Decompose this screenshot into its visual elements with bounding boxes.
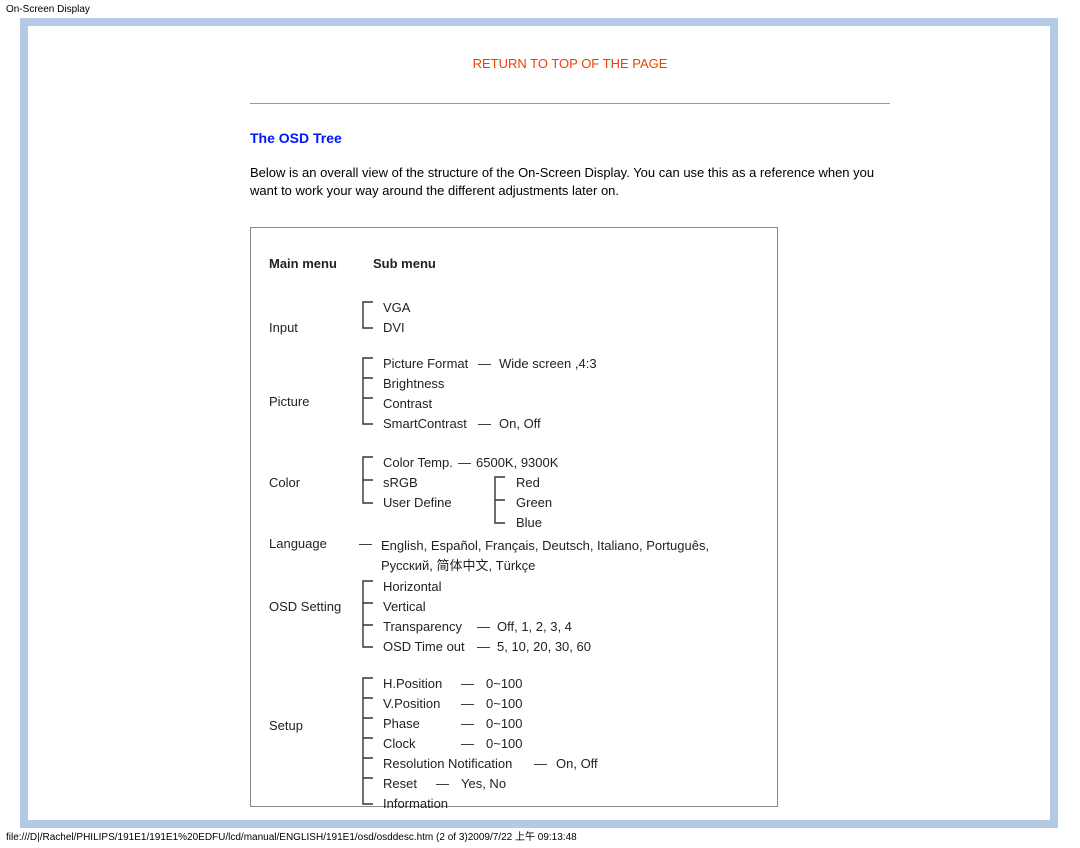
sub-srgb: sRGB xyxy=(383,475,418,490)
sub-userdef: User Define xyxy=(383,495,452,510)
sub-clock: Clock xyxy=(383,736,416,751)
footer-path: file:///D|/Rachel/PHILIPS/191E1/191E1%20… xyxy=(6,828,577,843)
val-colortemp: 6500K, 9300K xyxy=(476,455,558,470)
section-intro: Below is an overall view of the structur… xyxy=(250,164,890,199)
sub-transparency: Transparency xyxy=(383,619,462,634)
val-smart: On, Off xyxy=(499,416,541,431)
section-title: The OSD Tree xyxy=(250,130,890,146)
blue-frame: RETURN TO TOP OF THE PAGE The OSD Tree B… xyxy=(20,18,1058,828)
main-osdsetting: OSD Setting xyxy=(269,599,341,614)
sub-timeout: OSD Time out xyxy=(383,639,465,654)
val-phase: 0~100 xyxy=(486,716,523,731)
dash-colortemp: — xyxy=(458,455,471,470)
sub-smartcontrast: SmartContrast xyxy=(383,416,467,431)
dash-picformat: — xyxy=(478,356,491,371)
sub-hpos: H.Position xyxy=(383,676,442,691)
sub-pic-format: Picture Format xyxy=(383,356,468,371)
col-header-main: Main menu xyxy=(269,256,337,271)
dash-hpos: — xyxy=(461,676,474,691)
val-reset: Yes, No xyxy=(461,776,506,791)
sub-colortemp: Color Temp. xyxy=(383,455,453,470)
sub-horizontal: Horizontal xyxy=(383,579,442,594)
content-inner: RETURN TO TOP OF THE PAGE The OSD Tree B… xyxy=(250,26,890,807)
sub-vertical: Vertical xyxy=(383,599,426,614)
sub-info: Information xyxy=(383,796,448,811)
main-color: Color xyxy=(269,475,300,490)
sub-dvi: DVI xyxy=(383,320,405,335)
main-setup: Setup xyxy=(269,718,303,733)
sub-vpos: V.Position xyxy=(383,696,440,711)
dash-vpos: — xyxy=(461,696,474,711)
sub-green: Green xyxy=(516,495,552,510)
dash-phase: — xyxy=(461,716,474,731)
page: On-Screen Display RETURN TO TOP OF THE P… xyxy=(0,0,1080,848)
sub-brightness: Brightness xyxy=(383,376,444,391)
return-to-top-link[interactable]: RETURN TO TOP OF THE PAGE xyxy=(250,56,890,71)
dash-timeout: — xyxy=(477,639,490,654)
dash-clock: — xyxy=(461,736,474,751)
sub-blue: Blue xyxy=(516,515,542,530)
dash-reset: — xyxy=(436,776,449,791)
col-header-sub: Sub menu xyxy=(373,256,436,271)
val-lang: English, Español, Français, Deutsch, Ita… xyxy=(381,536,761,575)
val-vpos: 0~100 xyxy=(486,696,523,711)
sub-phase: Phase xyxy=(383,716,420,731)
dash-smart: — xyxy=(478,416,491,431)
dash-transp: — xyxy=(477,619,490,634)
sub-resn: Resolution Notification xyxy=(383,756,512,771)
osd-tree-box: Main menu Sub menu Input VGA DVI Picture… xyxy=(250,227,778,807)
val-transp: Off, 1, 2, 3, 4 xyxy=(497,619,572,634)
dash-lang: — xyxy=(359,536,372,551)
sub-contrast: Contrast xyxy=(383,396,432,411)
sub-reset: Reset xyxy=(383,776,417,791)
sub-red: Red xyxy=(516,475,540,490)
val-pic-format: Wide screen ,4:3 xyxy=(499,356,597,371)
main-picture: Picture xyxy=(269,394,309,409)
divider xyxy=(250,103,890,104)
header-title: On-Screen Display xyxy=(6,4,90,15)
dash-resn: — xyxy=(534,756,547,771)
content-frame: RETURN TO TOP OF THE PAGE The OSD Tree B… xyxy=(28,26,1050,820)
main-input: Input xyxy=(269,320,298,335)
val-hpos: 0~100 xyxy=(486,676,523,691)
main-language: Language xyxy=(269,536,327,551)
sub-vga: VGA xyxy=(383,300,410,315)
val-timeout: 5, 10, 20, 30, 60 xyxy=(497,639,591,654)
val-clock: 0~100 xyxy=(486,736,523,751)
val-resn: On, Off xyxy=(556,756,598,771)
